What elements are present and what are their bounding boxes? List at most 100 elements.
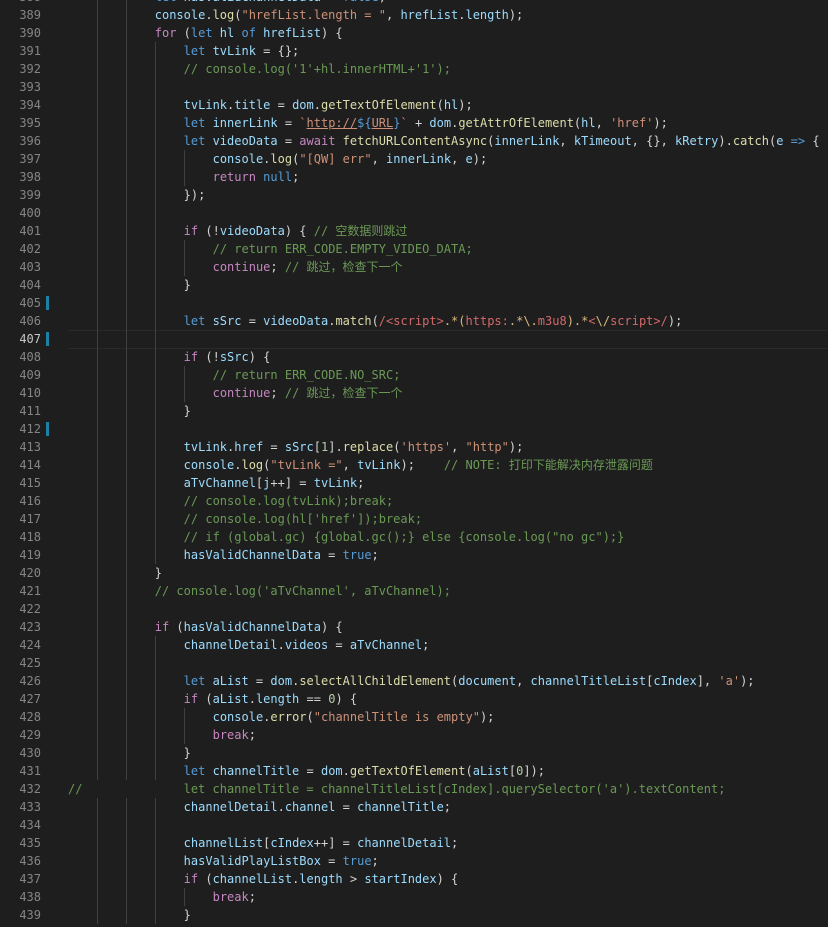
code-line[interactable]: 404} bbox=[0, 276, 828, 294]
code-line[interactable]: 415 aTvChannel[j++] = tvLink; bbox=[0, 474, 828, 492]
code-token: ) { bbox=[335, 692, 358, 706]
indent-guide bbox=[96, 60, 98, 78]
code-token: "tvLink =" bbox=[270, 458, 343, 472]
code-line[interactable]: 407 bbox=[0, 330, 828, 349]
code-token: aList bbox=[212, 674, 249, 688]
code-line[interactable]: 391 let tvLink = {}; bbox=[0, 42, 828, 60]
indent-guide bbox=[125, 384, 127, 402]
indent-guide bbox=[125, 600, 127, 618]
code-line[interactable]: 420} bbox=[0, 564, 828, 582]
code-text: continue; // 跳过，检查下一个 bbox=[213, 384, 403, 402]
line-number: 394 bbox=[19, 98, 41, 112]
code-line[interactable]: 410 continue; // 跳过，检查下一个 bbox=[0, 384, 828, 402]
indent-guide bbox=[154, 78, 156, 96]
code-line[interactable]: 398 return null; bbox=[0, 168, 828, 186]
code-line[interactable]: 412 bbox=[0, 420, 828, 438]
code-token: hasValidChannelData bbox=[183, 620, 321, 634]
indent-guide bbox=[96, 438, 98, 456]
indent-guide bbox=[183, 366, 185, 384]
code-line[interactable]: 429 break; bbox=[0, 726, 828, 744]
code-line[interactable]: 435 channelList[cIndex++] = channelDetail… bbox=[0, 834, 828, 852]
code-token: tvLink bbox=[183, 98, 228, 112]
code-line[interactable]: 432 // let channelTitle = channelTitleLis… bbox=[0, 780, 828, 798]
indent-guide bbox=[125, 672, 127, 690]
code-token: ` bbox=[299, 116, 307, 130]
code-line[interactable]: 402 // return ERR_CODE.EMPTY_VIDEO_DATA; bbox=[0, 240, 828, 258]
modified-line-indicator[interactable] bbox=[46, 332, 49, 346]
code-line[interactable]: 423 if (hasValidChannelData) { bbox=[0, 618, 828, 636]
code-line[interactable]: 428 console.error("channelTitle is empty"… bbox=[0, 708, 828, 726]
code-line[interactable]: 401 if (!videoData) { // 空数据则跳过 bbox=[0, 222, 828, 240]
code-token: ); bbox=[479, 710, 495, 724]
code-line[interactable]: 439} bbox=[0, 906, 828, 924]
code-line[interactable]: 408 if (!sSrc) { bbox=[0, 348, 828, 366]
code-line[interactable]: 414 console.log("tvLink =", tvLink); // N… bbox=[0, 456, 828, 474]
code-token: true bbox=[342, 548, 372, 562]
code-line[interactable]: 425 bbox=[0, 654, 828, 672]
code-line[interactable]: 413 tvLink.href = sSrc[1].replace('https'… bbox=[0, 438, 828, 456]
code-line[interactable]: 421 // console.log('aTvChannel', aTvChann… bbox=[0, 582, 828, 600]
code-token: let bbox=[183, 764, 213, 778]
code-line[interactable]: 393 bbox=[0, 78, 828, 96]
code-line[interactable]: 431 let channelTitle = dom.getTextOfEleme… bbox=[0, 762, 828, 780]
code-line[interactable]: 400 bbox=[0, 204, 828, 222]
indent-guide bbox=[154, 132, 156, 150]
indent-guide bbox=[154, 438, 156, 456]
code-token: document bbox=[458, 674, 517, 688]
code-token: tvLink bbox=[313, 476, 358, 490]
code-line[interactable]: 433 channelDetail.channel = channelTitle; bbox=[0, 798, 828, 816]
code-line[interactable]: 395 let innerLink = `http://${URL}` + dom… bbox=[0, 114, 828, 132]
code-editor[interactable]: 388let hasValidChannelData = false;389co… bbox=[0, 0, 828, 927]
code-line[interactable]: 392 // console.log('1'+hl.innerHTML+'1'); bbox=[0, 60, 828, 78]
code-line[interactable]: 427 if (aList.length == 0) { bbox=[0, 690, 828, 708]
code-token: continue bbox=[212, 386, 271, 400]
indent-guide bbox=[154, 474, 156, 492]
indent-guide bbox=[125, 834, 127, 852]
code-line[interactable]: 390 for (let hl of hrefList) { bbox=[0, 24, 828, 42]
indent-guide bbox=[125, 222, 127, 240]
code-token: = bbox=[241, 314, 264, 328]
code-line[interactable]: 419 hasValidChannelData = true; bbox=[0, 546, 828, 564]
code-line[interactable]: 394 tvLink.title = dom.getTextOfElement(h… bbox=[0, 96, 828, 114]
code-line[interactable]: 389 console.log("hrefList.length = ", hre… bbox=[0, 6, 828, 24]
code-line[interactable]: 424 channelDetail.videos = aTvChannel; bbox=[0, 636, 828, 654]
line-number: 434 bbox=[19, 818, 41, 832]
code-token: break bbox=[212, 890, 249, 904]
indent-guide bbox=[125, 492, 127, 510]
code-line[interactable]: 403 continue; // 跳过，检查下一个 bbox=[0, 258, 828, 276]
code-line[interactable]: 438 break; bbox=[0, 888, 828, 906]
code-token: .*\. bbox=[508, 314, 538, 328]
code-line[interactable]: 396 let videoData = await fetchURLContent… bbox=[0, 132, 828, 150]
code-line[interactable]: 426 let aList = dom.selectAllChildElement… bbox=[0, 672, 828, 690]
indent-guide bbox=[154, 150, 156, 168]
code-line[interactable]: 434 bbox=[0, 816, 828, 834]
code-line[interactable]: 436 hasValidPlayListBox = true; bbox=[0, 852, 828, 870]
indent-guide bbox=[96, 456, 98, 474]
code-line[interactable]: 418 // if (global.gc) {global.gc();} else… bbox=[0, 528, 828, 546]
code-line[interactable]: 417 // console.log(hl['href']);break; bbox=[0, 510, 828, 528]
indent-guide bbox=[96, 366, 98, 384]
code-line[interactable]: 399}); bbox=[0, 186, 828, 204]
code-token: ( bbox=[371, 314, 379, 328]
indent-guide bbox=[154, 726, 156, 744]
code-line[interactable]: 406 let sSrc = videoData.match(/<script>.… bbox=[0, 312, 828, 330]
modified-line-indicator[interactable] bbox=[46, 296, 49, 310]
code-text: } bbox=[155, 564, 162, 582]
code-line[interactable]: 416 // console.log(tvLink);break; bbox=[0, 492, 828, 510]
code-line[interactable]: 437 if (channelList.length > startIndex) … bbox=[0, 870, 828, 888]
code-token: == bbox=[299, 692, 329, 706]
indent-guide bbox=[125, 456, 127, 474]
code-line[interactable]: 430} bbox=[0, 744, 828, 762]
code-text: return null; bbox=[213, 168, 300, 186]
code-token: catch bbox=[732, 134, 769, 148]
code-line[interactable]: 409 // return ERR_CODE.NO_SRC; bbox=[0, 366, 828, 384]
code-token: dom bbox=[270, 674, 293, 688]
code-line[interactable]: 397 console.log("[QW] err", innerLink, e)… bbox=[0, 150, 828, 168]
code-line[interactable]: 405 bbox=[0, 294, 828, 312]
modified-line-indicator[interactable] bbox=[46, 422, 49, 436]
code-token: ( bbox=[465, 764, 473, 778]
indent-guide bbox=[96, 402, 98, 420]
code-text: } bbox=[184, 744, 191, 762]
code-line[interactable]: 422 bbox=[0, 600, 828, 618]
code-line[interactable]: 411} bbox=[0, 402, 828, 420]
